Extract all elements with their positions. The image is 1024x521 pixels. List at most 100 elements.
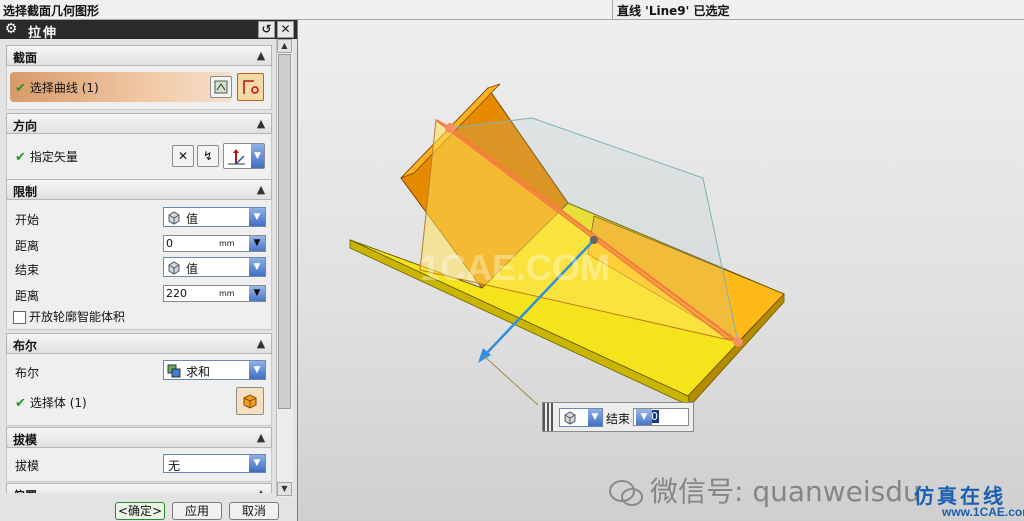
boolean-header[interactable]: 布尔 ▲ bbox=[6, 333, 272, 354]
apply-button[interactable]: 应用 bbox=[172, 502, 222, 520]
open-profile-checkbox-row[interactable]: 开放轮廓智能体积 bbox=[13, 308, 125, 325]
extrude-dialog: ⚙ 拉伸 ↺ ✕ 截面 ▲ ✔ 选择曲线 (1) 方向 ▲ ✔ 指定矢量 ✕ ↯… bbox=[0, 20, 298, 521]
reset-icon[interactable]: ↺ bbox=[258, 21, 275, 38]
end-label: 结束 bbox=[15, 263, 40, 277]
collapse-icon[interactable]: ▲ bbox=[251, 180, 271, 199]
status-line: 直线 'Line9' 已选定 bbox=[612, 0, 1024, 19]
top-status-bar: 选择截面几何图形 直线 'Line9' 已选定 bbox=[0, 0, 1024, 20]
boolean-panel: 布尔 ▲ 布尔 求和 ▼ ✔ 选择体 (1) bbox=[6, 333, 272, 426]
select-body-item[interactable]: ✔ 选择体 (1) bbox=[15, 394, 87, 411]
end-handle[interactable] bbox=[733, 337, 743, 347]
value-cube-icon bbox=[167, 211, 181, 225]
limits-header[interactable]: 限制 ▲ bbox=[6, 179, 272, 200]
graphics-window[interactable]: 1CAE.COM ▼ 结束 220 ▼ 微信号: quanweisdu 仿真在线… bbox=[298, 20, 1024, 521]
direction-panel: 方向 ▲ ✔ 指定矢量 ✕ ↯ ▼ bbox=[6, 113, 272, 180]
end-type-quick-select[interactable]: ▼ bbox=[559, 408, 603, 427]
collapse-icon[interactable]: ▲ bbox=[251, 114, 271, 133]
cancel-button[interactable]: 取消 bbox=[229, 502, 279, 520]
reverse-direction-button[interactable]: ✕ bbox=[172, 145, 194, 167]
direction-header[interactable]: 方向 ▲ bbox=[6, 113, 272, 134]
vector-origin-handle[interactable] bbox=[590, 236, 598, 244]
sketch-icon bbox=[214, 80, 228, 94]
chevron-down-icon[interactable]: ▼ bbox=[249, 361, 265, 379]
limits-panel: 限制 ▲ 开始 值 ▼ 距离 0 mm ▼ 结束 值 ▼ 距离 220 mm ▼… bbox=[6, 179, 272, 330]
start-handle[interactable] bbox=[445, 123, 455, 133]
collapse-icon[interactable]: ▲ bbox=[251, 46, 271, 65]
chevron-down-icon[interactable]: ▼ bbox=[251, 144, 264, 168]
unit-label: mm bbox=[219, 239, 235, 248]
start-type-select[interactable]: 值 ▼ bbox=[163, 207, 266, 227]
offset-panel: 偏置 ▲ bbox=[6, 483, 272, 493]
dynamic-end-input[interactable]: 220 ▼ bbox=[633, 408, 689, 426]
arrow-down-icon[interactable]: ▼ bbox=[249, 286, 265, 301]
select-body-button[interactable] bbox=[236, 387, 264, 415]
offset-header-label: 偏置 bbox=[13, 487, 37, 493]
draft-label: 拔模 bbox=[15, 459, 40, 473]
draft-header[interactable]: 拔模 ▲ bbox=[6, 427, 272, 448]
curve-select-button[interactable] bbox=[237, 73, 264, 101]
collapse-icon[interactable]: ▲ bbox=[251, 334, 271, 353]
boolean-header-label: 布尔 bbox=[13, 339, 38, 353]
start-type-value: 值 bbox=[186, 212, 199, 226]
select-body-label: 选择体 (1) bbox=[29, 396, 87, 410]
direction-body: ✔ 指定矢量 ✕ ↯ ▼ bbox=[6, 134, 272, 180]
open-profile-label: 开放轮廓智能体积 bbox=[29, 310, 126, 324]
end-distance-value: 220 bbox=[166, 287, 187, 300]
check-icon: ✔ bbox=[15, 150, 26, 165]
section-header-label: 截面 bbox=[13, 51, 38, 65]
section-header[interactable]: 截面 ▲ bbox=[6, 45, 272, 66]
solid-body-icon bbox=[243, 394, 257, 409]
sketch-section-button[interactable] bbox=[210, 76, 232, 98]
scroll-up-icon[interactable]: ▲ bbox=[277, 39, 292, 53]
wechat-id: 微信号: quanweisdu bbox=[650, 475, 921, 508]
dynamic-end-label: 结束 bbox=[606, 412, 631, 426]
value-cube-icon bbox=[167, 261, 181, 275]
drag-grip-icon[interactable] bbox=[543, 403, 553, 431]
draft-type-value: 无 bbox=[168, 459, 181, 473]
direction-header-label: 方向 bbox=[13, 119, 38, 133]
scroll-down-icon[interactable]: ▼ bbox=[277, 482, 292, 496]
vector-type-dropdown[interactable]: ▼ bbox=[223, 143, 265, 169]
chevron-down-icon[interactable]: ▼ bbox=[249, 258, 265, 276]
ok-button[interactable]: <确定> bbox=[115, 502, 165, 520]
arrow-down-icon[interactable]: ▼ bbox=[636, 409, 652, 425]
model-view[interactable] bbox=[298, 20, 1024, 521]
close-icon[interactable]: ✕ bbox=[277, 21, 294, 38]
draft-body: 拔模 无 ▼ bbox=[6, 448, 272, 482]
section-body: ✔ 选择曲线 (1) bbox=[6, 66, 272, 110]
draft-type-select[interactable]: 无 ▼ bbox=[163, 454, 266, 473]
end-type-select[interactable]: 值 ▼ bbox=[163, 257, 266, 277]
collapse-icon[interactable]: ▲ bbox=[251, 484, 271, 493]
cue-line: 选择截面几何图形 bbox=[3, 4, 100, 18]
limits-body: 开始 值 ▼ 距离 0 mm ▼ 结束 值 ▼ 距离 220 mm ▼ 开放轮廓… bbox=[6, 200, 272, 330]
chevron-down-icon[interactable]: ▼ bbox=[588, 409, 602, 426]
scrollbar-thumb[interactable] bbox=[278, 54, 291, 409]
gear-icon[interactable]: ⚙ bbox=[3, 21, 19, 37]
end-distance-input[interactable]: 220 mm ▼ bbox=[163, 285, 266, 302]
chevron-down-icon[interactable]: ▼ bbox=[249, 455, 265, 472]
dialog-scrollbar[interactable]: ▲ ▼ bbox=[276, 39, 293, 497]
specify-vector-item[interactable]: ✔ 指定矢量 bbox=[15, 148, 78, 165]
collapse-icon[interactable]: ▲ bbox=[251, 428, 271, 447]
boolean-type-select[interactable]: 求和 ▼ bbox=[163, 360, 266, 380]
specify-vector-label: 指定矢量 bbox=[29, 150, 78, 164]
end-type-value: 值 bbox=[186, 262, 199, 276]
select-curve-label: 选择曲线 (1) bbox=[29, 81, 99, 95]
unit-label: mm bbox=[219, 289, 235, 298]
boolean-label: 布尔 bbox=[15, 366, 40, 380]
start-distance-label: 距离 bbox=[15, 239, 40, 253]
check-icon: ✔ bbox=[15, 396, 26, 411]
dialog-titlebar: ⚙ 拉伸 ↺ ✕ bbox=[0, 20, 297, 41]
wechat-icon bbox=[609, 480, 643, 506]
dynamic-input-box[interactable]: ▼ 结束 220 ▼ bbox=[542, 402, 694, 432]
start-distance-input[interactable]: 0 mm ▼ bbox=[163, 235, 266, 252]
offset-header[interactable]: 偏置 ▲ bbox=[6, 483, 272, 493]
vector-dialog-button[interactable]: ↯ bbox=[197, 145, 219, 167]
curve-icon bbox=[242, 80, 259, 94]
arrow-down-icon[interactable]: ▼ bbox=[249, 236, 265, 251]
limits-header-label: 限制 bbox=[13, 185, 38, 199]
chevron-down-icon[interactable]: ▼ bbox=[249, 208, 265, 226]
open-profile-checkbox[interactable] bbox=[13, 311, 26, 324]
value-cube-icon bbox=[564, 411, 576, 425]
watermark-text: 1CAE.COM bbox=[420, 247, 611, 288]
